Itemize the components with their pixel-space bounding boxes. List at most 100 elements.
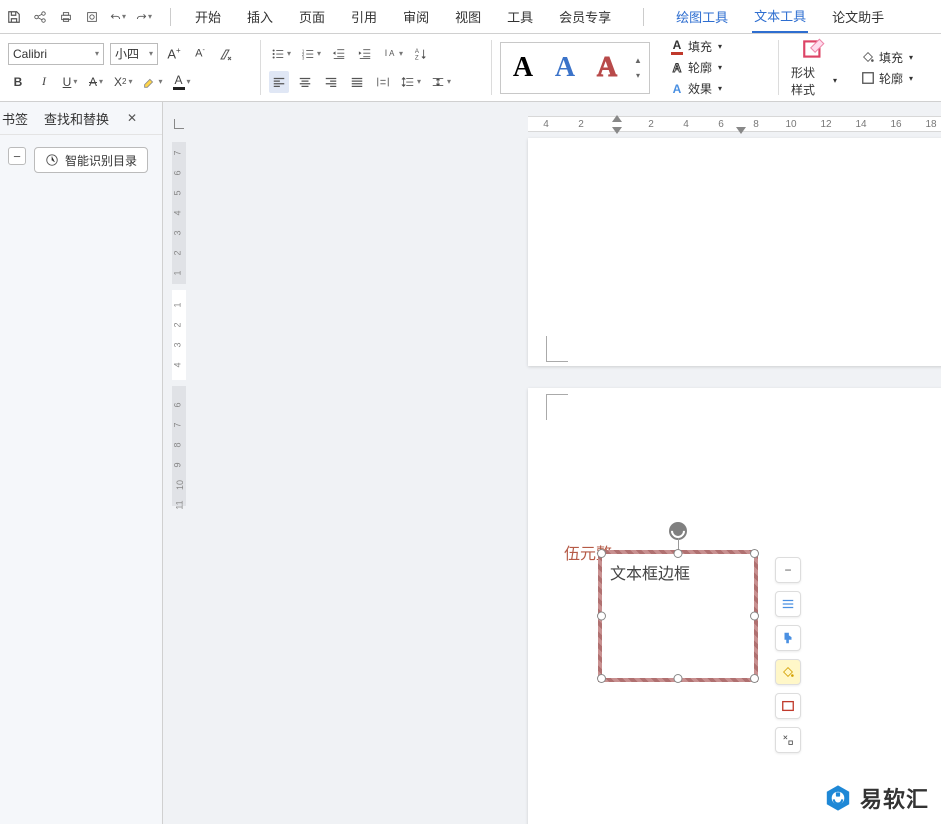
first-line-indent-marker[interactable] xyxy=(612,115,622,122)
nav-tab-find-replace[interactable]: 查找和替换 xyxy=(42,103,111,134)
document-page-1[interactable]: 1 xyxy=(528,138,941,366)
page-margin-corner xyxy=(546,336,568,362)
align-center-button[interactable] xyxy=(295,71,315,93)
text-outline-button[interactable]: A轮廓▾ xyxy=(666,57,770,78)
menu-text-tools[interactable]: 文本工具 xyxy=(752,0,808,33)
clear-format-button[interactable] xyxy=(216,43,236,65)
grow-font-button[interactable]: A+ xyxy=(164,43,184,65)
resize-handle-bm[interactable] xyxy=(674,674,683,683)
menu-tools[interactable]: 工具 xyxy=(505,1,535,32)
save-icon[interactable] xyxy=(6,9,22,25)
vruler-tick: 7 xyxy=(173,422,183,427)
strikethrough-button[interactable]: A▾ xyxy=(86,71,106,93)
font-name-select[interactable]: Calibri▾ xyxy=(8,43,104,65)
menu-thesis[interactable]: 论文助手 xyxy=(830,1,886,32)
font-size-select[interactable]: 小四▾ xyxy=(110,43,158,65)
font-color-button[interactable]: A▾ xyxy=(171,71,193,93)
float-collapse-button[interactable]: − xyxy=(775,557,801,583)
highlight-button[interactable]: ▾ xyxy=(140,71,164,93)
text-style-gallery[interactable]: A A A ▲▾ xyxy=(500,42,650,94)
float-outline-button[interactable] xyxy=(775,693,801,719)
shape-outline-button[interactable]: 轮廓▾ xyxy=(857,68,921,89)
resize-handle-bl[interactable] xyxy=(597,674,606,683)
resize-handle-tl[interactable] xyxy=(597,549,606,558)
text-direction-button[interactable]: IA▾ xyxy=(381,43,405,65)
menu-page[interactable]: 页面 xyxy=(297,1,327,32)
ribbon-text-style-group: A A A ▲▾ xyxy=(492,34,658,101)
ruler-tick: 4 xyxy=(543,119,549,130)
distribute-button[interactable] xyxy=(373,71,393,93)
sort-button[interactable]: AZ xyxy=(411,43,431,65)
vruler-tick: 3 xyxy=(173,230,183,235)
menu-draw-tools[interactable]: 绘图工具 xyxy=(674,1,730,32)
collapse-outline-button[interactable]: − xyxy=(8,147,26,165)
share-icon[interactable] xyxy=(32,9,48,25)
shape-fill-button[interactable]: 填充▾ xyxy=(857,47,921,68)
italic-button[interactable]: I xyxy=(34,71,54,93)
shape-style-icon xyxy=(801,36,827,62)
resize-handle-ml[interactable] xyxy=(597,612,606,621)
menu-reference[interactable]: 引用 xyxy=(349,1,379,32)
nav-tab-bookmark[interactable]: 书签 xyxy=(0,103,30,134)
resize-handle-tm[interactable] xyxy=(674,549,683,558)
bullets-button[interactable]: ▾ xyxy=(269,43,293,65)
float-fill-button[interactable] xyxy=(775,659,801,685)
textbox-body[interactable]: 文本框边框 xyxy=(598,550,758,682)
horizontal-ruler[interactable]: 4 2 2 4 6 8 10 12 14 16 18 xyxy=(528,116,941,132)
redo-button[interactable]: ▾ xyxy=(136,9,152,25)
right-indent-marker[interactable] xyxy=(736,127,746,134)
document-page-2[interactable]: 伍元整 文本框边框 xyxy=(528,388,941,824)
text-effects-label: 效果 xyxy=(688,80,712,97)
font-name-value: Calibri xyxy=(13,47,47,61)
vertical-ruler[interactable]: 7 6 5 4 3 2 1 1 2 3 4 6 7 8 9 10 11 xyxy=(172,142,188,824)
text-style-black[interactable]: A xyxy=(505,48,541,88)
underline-button[interactable]: U▾ xyxy=(60,71,80,93)
resize-handle-br[interactable] xyxy=(750,674,759,683)
align-right-button[interactable] xyxy=(321,71,341,93)
navpane-close-button[interactable]: ✕ xyxy=(127,111,137,125)
paragraph-spacing-button[interactable]: ▾ xyxy=(429,71,453,93)
menu-review[interactable]: 审阅 xyxy=(401,1,431,32)
menu-start[interactable]: 开始 xyxy=(193,1,223,32)
float-layout-button[interactable] xyxy=(775,591,801,617)
text-style-more[interactable]: ▲▾ xyxy=(631,56,645,80)
vruler-tick: 8 xyxy=(173,442,183,447)
ruler-tick: 14 xyxy=(855,119,866,130)
textbox-content[interactable]: 文本框边框 xyxy=(610,566,690,583)
resize-handle-tr[interactable] xyxy=(750,549,759,558)
menu-view[interactable]: 视图 xyxy=(453,1,483,32)
align-left-button[interactable] xyxy=(269,71,289,93)
line-spacing-button[interactable]: ▾ xyxy=(399,71,423,93)
ribbon-shape-format-group: 填充▾ 轮廓▾ xyxy=(849,34,929,101)
shape-style-button[interactable]: 形状样式▾ xyxy=(787,62,841,100)
shape-outline-label: 轮廓 xyxy=(879,70,903,87)
ruler-tick: 10 xyxy=(785,119,796,130)
quick-access-bar: ▾ ▾ 开始 插入 页面 引用 审阅 视图 工具 会员专享 绘图工具 文本工具 … xyxy=(0,0,941,34)
numbering-button[interactable]: 123▾ xyxy=(299,43,323,65)
vruler-tick: 3 xyxy=(173,342,183,347)
fill-icon: A xyxy=(670,40,684,54)
float-more-button[interactable] xyxy=(775,727,801,753)
outline-icon: A xyxy=(670,61,684,75)
increase-indent-button[interactable] xyxy=(355,43,375,65)
align-justify-button[interactable] xyxy=(347,71,367,93)
shrink-font-button[interactable]: A- xyxy=(190,43,210,65)
text-fill-button[interactable]: A填充▾ xyxy=(666,36,770,57)
float-format-painter-button[interactable] xyxy=(775,625,801,651)
print-preview-icon[interactable] xyxy=(84,9,100,25)
textbox-shape[interactable]: 文本框边框 xyxy=(598,550,758,682)
bold-button[interactable]: B xyxy=(8,71,28,93)
text-style-red[interactable]: A xyxy=(589,48,625,88)
undo-button[interactable]: ▾ xyxy=(110,9,126,25)
hanging-indent-marker[interactable] xyxy=(612,127,622,134)
text-effects-button[interactable]: A效果▾ xyxy=(666,78,770,99)
navpane-tabs: 书签 查找和替换 ✕ xyxy=(0,102,162,135)
decrease-indent-button[interactable] xyxy=(329,43,349,65)
smart-toc-button[interactable]: 智能识别目录 xyxy=(34,147,148,173)
resize-handle-mr[interactable] xyxy=(750,612,759,621)
menu-member[interactable]: 会员专享 xyxy=(557,1,613,32)
print-icon[interactable] xyxy=(58,9,74,25)
menu-insert[interactable]: 插入 xyxy=(245,1,275,32)
superscript-button[interactable]: X2▾ xyxy=(112,71,134,93)
text-style-blue[interactable]: A xyxy=(547,48,583,88)
